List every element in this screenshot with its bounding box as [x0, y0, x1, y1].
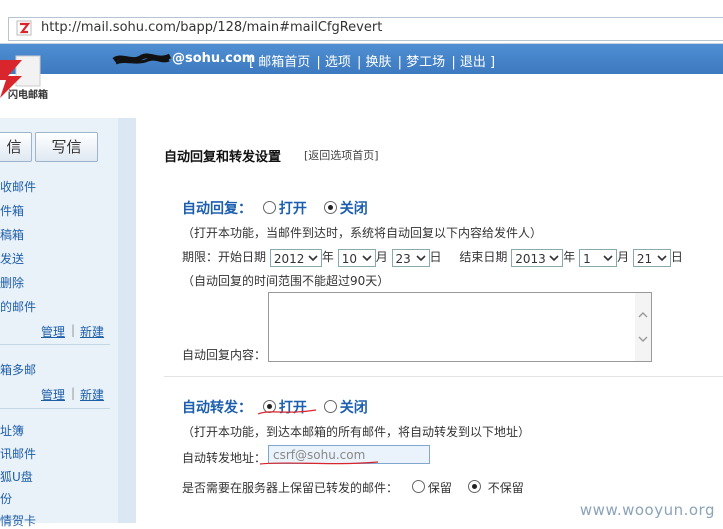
- auto-reply-content-textarea[interactable]: [268, 292, 652, 362]
- start-day-select[interactable]: 23: [391, 248, 430, 267]
- keep-forwarded-row: 是否需要在服务器上保留已转发的邮件： 保留 不保留: [182, 479, 524, 496]
- folder-new-link[interactable]: 新建: [80, 323, 104, 340]
- red-underline-mark: [257, 409, 317, 415]
- redacted-username-scribble: [112, 53, 172, 65]
- chevron-down-icon: [362, 254, 372, 261]
- tool-address-book[interactable]: 址簿: [0, 422, 24, 439]
- top-nav: [ 邮箱首页 | 选项 | 换肤 | 梦工场 | 退出 ]: [248, 51, 496, 70]
- logo-area: 闪电邮箱: [0, 55, 723, 118]
- folder-deleted[interactable]: 删除: [0, 274, 24, 291]
- no-keep-label[interactable]: 不保留: [488, 481, 524, 495]
- auto-reply-off-radio[interactable]: [323, 201, 337, 214]
- chevron-down-icon: [415, 254, 426, 261]
- url-text: http://mail.sohu.com/bapp/128/main#mailC…: [41, 20, 383, 35]
- sidebar-gutter: [118, 118, 136, 523]
- folder-sent[interactable]: 发送: [0, 250, 24, 267]
- sidebar: 信 写信 收邮件 件箱 稿箱 发送 删除 的邮件 管理 | 新建 箱多邮 管理 …: [0, 118, 118, 528]
- range-note: （自动回复的时间范围不能超过90天）: [182, 274, 390, 288]
- nav-logout[interactable]: | 退出 ]: [451, 55, 495, 70]
- separator: |: [71, 386, 76, 400]
- nav-skin[interactable]: | 换肤: [357, 55, 392, 70]
- auto-forward-note: （打开本功能，到达本邮箱的所有邮件，将自动转发到以下地址）: [182, 425, 531, 439]
- start-year-select[interactable]: 2012: [269, 248, 322, 267]
- auto-reply-on-radio[interactable]: [262, 201, 276, 214]
- user-email: @sohu.com: [172, 51, 256, 66]
- sidebar-divider: [0, 408, 110, 409]
- chevron-down-icon: [603, 254, 613, 261]
- folder-my-mail[interactable]: 的邮件: [0, 298, 36, 315]
- end-month-select[interactable]: 1: [579, 248, 618, 267]
- tool-share[interactable]: 份: [0, 490, 12, 507]
- browser-address-bar: http://mail.sohu.com/bapp/128/main#mailC…: [0, 0, 723, 44]
- period-start-label: 期限：开始日期: [182, 250, 267, 264]
- tool-im-mail[interactable]: 讯邮件: [0, 445, 36, 462]
- separator: |: [71, 323, 76, 337]
- nav-options[interactable]: | 选项: [316, 55, 351, 70]
- forward-address-label: 自动转发地址：: [182, 451, 267, 465]
- back-to-options-link[interactable]: [返回选项首页]: [304, 147, 379, 163]
- folder-drafts[interactable]: 稿箱: [0, 226, 24, 243]
- auto-reply-row: 自动回复： 打开 关闭: [182, 198, 368, 218]
- auto-forward-off-label[interactable]: 关闭: [340, 400, 368, 416]
- nav-dream-factory[interactable]: | 梦工场: [398, 55, 446, 70]
- chevron-down-icon: [657, 254, 667, 261]
- multi-mailbox[interactable]: 箱多邮: [0, 361, 36, 378]
- auto-reply-off-label[interactable]: 关闭: [340, 201, 368, 217]
- end-day-select[interactable]: 21: [632, 248, 671, 267]
- logo-name: 闪电邮箱: [8, 90, 48, 101]
- flash-mail-logo-icon: [0, 55, 41, 98]
- nav-mail-home[interactable]: [ 邮箱首页: [249, 55, 310, 70]
- page-title: 自动回复和转发设置: [164, 150, 282, 165]
- period-row: 期限：开始日期 2012 年 10 月 23 日 结束日期 2013 年 1月 21 日: [182, 248, 683, 267]
- keep-label[interactable]: 保留: [428, 481, 452, 495]
- period-end-label: 结束日期: [459, 250, 508, 264]
- compose-button[interactable]: 写信: [35, 132, 98, 162]
- multi-new-link[interactable]: 新建: [80, 386, 104, 403]
- sidebar-divider: [0, 344, 110, 345]
- folder-outbox[interactable]: 件箱: [0, 202, 24, 219]
- chevron-down-icon: [308, 254, 318, 261]
- end-year-select[interactable]: 2013: [511, 248, 564, 267]
- auto-forward-label: 自动转发：: [182, 400, 252, 416]
- multi-manage-link[interactable]: 管理: [41, 386, 65, 403]
- section-divider: [164, 376, 723, 377]
- no-keep-radio[interactable]: [467, 480, 481, 493]
- scroll-arrows-icon: [638, 312, 648, 342]
- auto-reply-label: 自动回复：: [182, 201, 252, 217]
- folder-inbox[interactable]: 收邮件: [0, 178, 36, 195]
- red-underline-mark: [259, 461, 379, 465]
- receive-button[interactable]: 信: [0, 132, 32, 162]
- keep-question-label: 是否需要在服务器上保留已转发的邮件：: [182, 481, 399, 495]
- tool-udisk[interactable]: 狐U盘: [0, 468, 33, 485]
- keep-radio[interactable]: [411, 480, 425, 493]
- auto-forward-off-radio[interactable]: [323, 400, 337, 413]
- auto-reply-note: （打开本功能，当邮件到达时，系统将自动回复以下内容给发件人）: [182, 226, 543, 240]
- settings-panel: 自动回复和转发设置 [返回选项首页] 自动回复： 打开 关闭 （打开本功能，当邮…: [136, 118, 723, 523]
- auto-reply-content-label: 自动回复内容：: [182, 348, 267, 362]
- folder-manage-link[interactable]: 管理: [41, 323, 65, 340]
- watermark: www.wooyun.org: [579, 501, 715, 519]
- textarea-scrollbar[interactable]: [635, 293, 651, 361]
- tool-greeting-card[interactable]: 情贺卡: [0, 512, 36, 529]
- chevron-down-icon: [549, 254, 559, 261]
- sohu-favicon-icon: [16, 20, 32, 36]
- mail-topbar: @sohu.com [ 邮箱首页 | 选项 | 换肤 | 梦工场 | 退出 ]: [0, 44, 723, 74]
- auto-reply-on-label[interactable]: 打开: [279, 201, 307, 217]
- start-month-select[interactable]: 10: [337, 248, 376, 267]
